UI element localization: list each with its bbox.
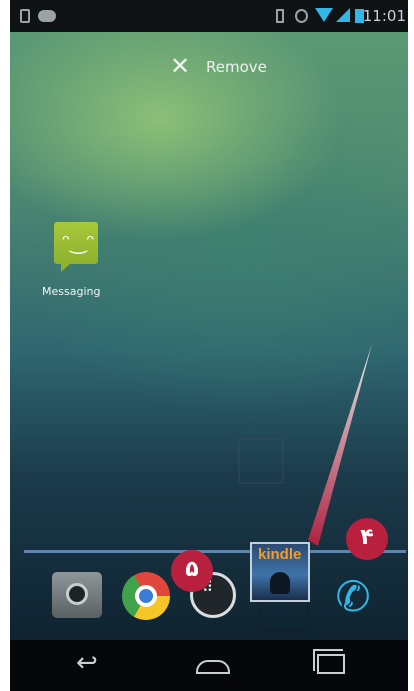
wifi-icon <box>315 8 333 22</box>
kindle-app-dragging[interactable]: kindle <box>250 542 310 602</box>
phone-dialer-icon: ✆ <box>335 572 371 621</box>
close-icon: ✕ <box>170 52 191 80</box>
phone-icon <box>20 9 30 23</box>
battery-small-icon <box>276 9 284 23</box>
messaging-label: Messaging <box>42 285 101 298</box>
kindle-label: kindle <box>258 546 302 563</box>
smiley-glyph: ᵔ‿ᵔ <box>62 230 95 254</box>
remove-drop-target[interactable]: ✕ Remove <box>10 50 408 84</box>
status-time: 11:01 <box>362 7 406 25</box>
remove-label: Remove <box>206 58 267 76</box>
annotation-marker: ۵ <box>171 550 213 592</box>
navigation-bar: ↩ <box>10 640 408 691</box>
recent-apps-icon[interactable] <box>313 649 345 674</box>
status-bar: 11:01 <box>10 0 408 32</box>
chrome-app[interactable] <box>122 572 170 620</box>
chrome-icon <box>135 585 157 607</box>
game-controller-icon <box>38 10 56 22</box>
signal-icon <box>336 8 350 22</box>
camera-icon <box>66 583 88 605</box>
phone-screen: 11:01 ✕ Remove ᵔ‿ᵔ Messaging ⠿ ✆ kindle <box>10 0 408 691</box>
home-icon[interactable] <box>196 660 230 674</box>
drop-slot-outline <box>238 438 284 484</box>
sync-icon <box>295 9 308 23</box>
camera-app[interactable] <box>52 572 102 618</box>
phone-dialer-app[interactable]: ✆ <box>328 572 378 622</box>
kindle-icon <box>270 572 290 594</box>
annotation-marker: ۴ <box>346 518 388 560</box>
messaging-icon: ᵔ‿ᵔ <box>54 222 98 272</box>
back-icon[interactable]: ↩ <box>76 650 116 676</box>
